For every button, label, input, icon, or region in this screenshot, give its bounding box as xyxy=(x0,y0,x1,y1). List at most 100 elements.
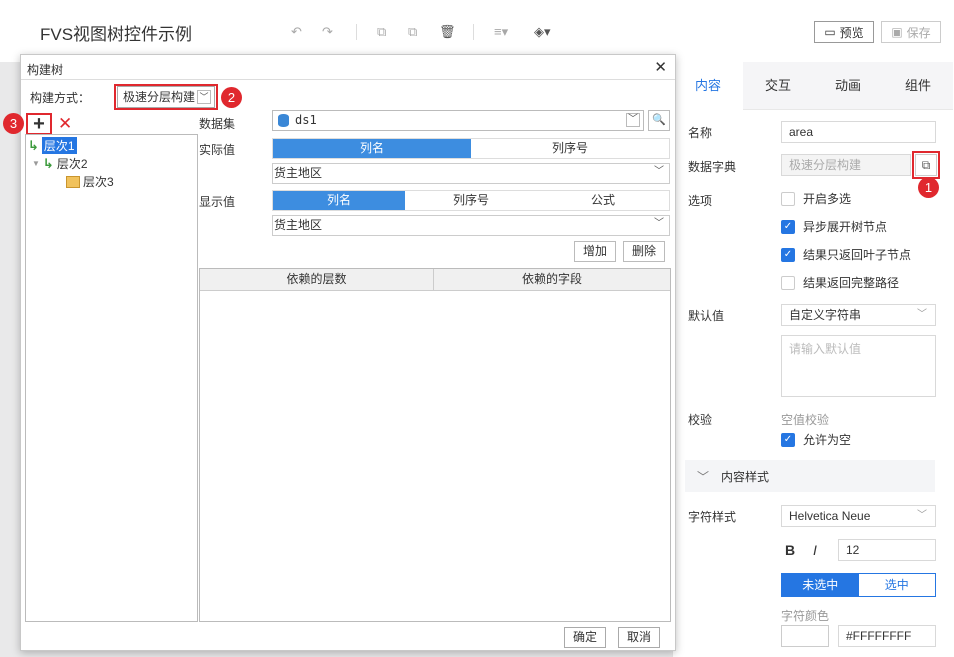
tree-node-level3[interactable]: 层次3 xyxy=(66,173,114,190)
redo-icon[interactable]: ↷ xyxy=(322,24,333,40)
font-family-select[interactable]: Helvetica Neue ﹀ xyxy=(781,505,936,527)
display-mode-column-index[interactable]: 列序号 xyxy=(405,191,537,210)
font-color-label: 字符颜色 xyxy=(781,609,830,623)
option-full-path[interactable]: 结果返回完整路径 xyxy=(781,274,899,291)
tree-node-level1[interactable]: ↳ 层次1 xyxy=(28,137,77,154)
checkbox-checked[interactable]: ✓ xyxy=(781,432,795,447)
option-multi-select[interactable]: 开启多选 xyxy=(781,190,851,207)
toggle-selected[interactable]: 选中 xyxy=(858,574,935,596)
display-value-label: 显示值 xyxy=(199,195,236,209)
toolbar-divider xyxy=(473,24,474,40)
mode-label: 构建方式： xyxy=(30,91,91,105)
actual-value-label: 实际值 xyxy=(199,143,236,157)
highlight-box xyxy=(912,151,940,179)
color-hex-input[interactable]: #FFFFFFFF xyxy=(838,625,936,647)
font-size-input[interactable]: 12 xyxy=(838,539,936,561)
paste-icon[interactable]: ⧉ xyxy=(408,24,417,40)
dataset-label: 数据集 xyxy=(199,117,236,131)
delete-node-button[interactable]: ✕ xyxy=(58,114,72,134)
validate-sub-label: 空值校验 xyxy=(781,413,830,427)
step-badge-3: 3 xyxy=(3,113,24,134)
column-header: 依赖的字段 xyxy=(521,272,582,286)
display-mode-column-name[interactable]: 列名 xyxy=(273,191,405,210)
validate-label: 校验 xyxy=(688,413,713,427)
content-style-section[interactable]: ﹀ 内容样式 xyxy=(685,460,935,492)
add-dependency-button[interactable]: 增加 xyxy=(574,241,616,262)
tab-interaction[interactable]: 交互 xyxy=(743,62,813,110)
actual-field-select[interactable]: 货主地区 ﹀ xyxy=(272,163,670,184)
step-badge-2: 2 xyxy=(221,87,242,108)
chevron-down-icon: ﹀ xyxy=(917,510,927,521)
toggle-unselected[interactable]: 未选中 xyxy=(782,574,859,596)
property-tabs: 内容 交互 动画 组件 xyxy=(673,62,954,110)
dict-input: 极速分层构建 xyxy=(781,154,911,176)
italic-button[interactable]: I xyxy=(813,542,817,558)
display-field-select[interactable]: 货主地区 ﹀ xyxy=(272,215,670,236)
step-badge-1: 1 xyxy=(918,177,939,198)
default-value-textarea[interactable]: 请输入默认值 xyxy=(781,335,936,397)
dataset-preview-button[interactable]: 🔍 xyxy=(648,110,670,131)
actual-mode-column-index[interactable]: 列序号 xyxy=(471,139,669,158)
cube-icon xyxy=(66,175,80,188)
tab-component[interactable]: 组件 xyxy=(883,62,953,110)
cancel-button[interactable]: 取消 xyxy=(618,627,660,648)
options-label: 选项 xyxy=(688,194,713,208)
checkbox[interactable] xyxy=(781,275,795,290)
chevron-down-icon: ﹀ xyxy=(626,113,640,127)
chevron-down-icon: ﹀ xyxy=(917,309,927,320)
default-label: 默认值 xyxy=(688,309,725,323)
align-icon[interactable]: ≡▾ xyxy=(494,24,508,40)
delete-dependency-button[interactable]: 删除 xyxy=(623,241,665,262)
display-mode-formula[interactable]: 公式 xyxy=(537,191,669,210)
dataset-select[interactable]: ds1 ﹀ xyxy=(272,110,644,131)
display-value-mode[interactable]: 列名 列序号 公式 xyxy=(272,190,670,211)
top-bar: FVS视图树控件示例 ↶ ↷ ⧉ ⧉ 🗑 ≡▾ ◈▾ ▭ 预览 ▣ 保存 xyxy=(0,0,954,62)
state-toggle[interactable]: 未选中 选中 xyxy=(781,573,936,597)
dict-label: 数据字典 xyxy=(688,160,737,174)
level-icon: ↳ xyxy=(42,155,54,171)
checkbox-checked[interactable]: ✓ xyxy=(781,219,795,234)
save-button[interactable]: ▣ 保存 xyxy=(881,21,941,43)
table-header: 依赖的层数 依赖的字段 xyxy=(200,269,670,291)
database-icon xyxy=(278,114,289,127)
app-title: FVS视图树控件示例 xyxy=(40,25,193,44)
chevron-down-icon: ﹀ xyxy=(654,218,664,229)
color-swatch[interactable] xyxy=(781,625,829,647)
monitor-icon: ▭ xyxy=(824,25,836,39)
actual-value-mode[interactable]: 列名 列序号 xyxy=(272,138,670,159)
chevron-down-icon: ﹀ xyxy=(697,469,710,484)
highlight-box xyxy=(114,84,218,110)
default-type-select[interactable]: 自定义字符串 ﹀ xyxy=(781,304,936,326)
layers-icon[interactable]: ◈▾ xyxy=(534,24,551,40)
trash-icon[interactable]: 🗑 xyxy=(439,24,456,40)
option-leaf-only[interactable]: ✓ 结果只返回叶子节点 xyxy=(781,246,911,263)
preview-button[interactable]: ▭ 预览 xyxy=(814,21,874,43)
ok-button[interactable]: 确定 xyxy=(564,627,606,648)
checkbox-checked[interactable]: ✓ xyxy=(781,247,795,262)
name-label: 名称 xyxy=(688,126,713,140)
tree-node-level2[interactable]: ▼ ↳ 层次2 xyxy=(32,155,88,172)
toolbar-divider xyxy=(356,24,357,40)
dependency-table: 依赖的层数 依赖的字段 xyxy=(199,268,671,622)
bold-button[interactable]: B xyxy=(785,542,795,558)
column-header: 依赖的层数 xyxy=(200,269,434,290)
name-input[interactable]: area xyxy=(781,121,936,143)
tab-animation[interactable]: 动画 xyxy=(813,62,883,110)
checkbox[interactable] xyxy=(781,191,795,206)
build-tree-dialog: 构建树 ✕ 构建方式： 极速分层构建 ﹀ 2 + 3 ✕ ↳ 层次1 ▼ ↳ 层… xyxy=(3,54,676,651)
collapse-icon[interactable]: ▼ xyxy=(32,159,40,168)
undo-icon[interactable]: ↶ xyxy=(291,24,302,40)
allow-empty-option[interactable]: ✓ 允许为空 xyxy=(781,431,851,448)
close-icon[interactable]: ✕ xyxy=(654,58,667,76)
option-async-expand[interactable]: ✓ 异步展开树节点 xyxy=(781,218,887,235)
highlight-box xyxy=(26,113,52,135)
dialog-title: 构建树 xyxy=(27,63,64,77)
property-panel: 内容 交互 动画 组件 名称 area 数据字典 极速分层构建 ⧉ 1 选项 开… xyxy=(672,62,954,657)
divider xyxy=(21,79,675,80)
tab-content[interactable]: 内容 xyxy=(673,62,743,110)
actual-mode-column-name[interactable]: 列名 xyxy=(273,139,471,158)
level-icon: ↳ xyxy=(28,137,39,153)
chevron-down-icon: ﹀ xyxy=(654,166,664,177)
level-tree: ↳ 层次1 ▼ ↳ 层次2 层次3 xyxy=(25,134,198,622)
copy-icon[interactable]: ⧉ xyxy=(377,24,386,40)
